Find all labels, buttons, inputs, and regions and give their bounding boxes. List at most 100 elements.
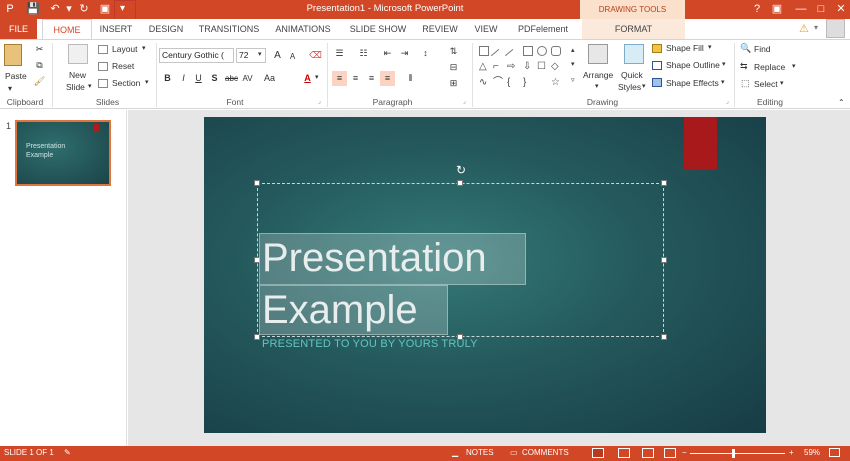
paste-dropdown-icon[interactable]: ▾	[8, 84, 12, 93]
user-avatar[interactable]	[826, 19, 845, 38]
zoom-slider[interactable]	[690, 453, 785, 454]
resize-handle-top-right[interactable]	[661, 180, 667, 186]
shape-effects-dropdown-icon[interactable]: ▾	[721, 78, 725, 86]
tab-format[interactable]: FORMAT	[582, 19, 685, 39]
zoom-level[interactable]: 59%	[804, 448, 820, 457]
decrease-font-size-icon[interactable]: A	[285, 49, 300, 64]
spelling-check-icon[interactable]: ✎	[64, 448, 71, 457]
paste-button[interactable]	[4, 44, 26, 70]
shape-fill-button[interactable]: Shape Fill	[666, 43, 704, 53]
font-name-dropdown[interactable]: Century Gothic (	[159, 48, 234, 63]
oval-shape-icon[interactable]	[537, 46, 547, 56]
arrange-icon[interactable]	[588, 44, 608, 64]
align-text-icon[interactable]: ⊟	[446, 60, 461, 75]
align-right-icon[interactable]: ≡	[364, 71, 379, 86]
brace-left-shape-icon[interactable]: {	[507, 78, 517, 88]
arrange-button[interactable]: Arrange	[583, 70, 613, 80]
curve-shape-icon[interactable]: ∿	[479, 78, 489, 88]
new-slide-label-2[interactable]: Slide	[66, 82, 85, 92]
gallery-scroll-down-icon[interactable]: ▾	[571, 60, 575, 68]
rectangle-shape-icon[interactable]	[523, 46, 533, 56]
replace-dropdown-icon[interactable]: ▾	[792, 62, 796, 70]
bullets-icon[interactable]: ☰	[332, 46, 347, 61]
gallery-scroll-up-icon[interactable]: ▴	[571, 46, 575, 54]
change-case-icon[interactable]: Aa	[262, 71, 277, 86]
strikethrough-icon[interactable]: abc	[224, 71, 239, 86]
find-button[interactable]: Find	[754, 44, 771, 54]
align-left-icon[interactable]: ≡	[332, 71, 347, 86]
zoom-out-icon[interactable]: −	[682, 448, 687, 457]
collapse-ribbon-icon[interactable]: ⌃	[838, 98, 845, 107]
tab-animations[interactable]: ANIMATIONS	[270, 19, 336, 39]
font-color-icon[interactable]: A	[300, 71, 315, 86]
resize-handle-bottom-right[interactable]	[661, 334, 667, 340]
rounded-rectangle-shape-icon[interactable]	[551, 46, 561, 56]
gallery-more-icon[interactable]: ▿	[571, 76, 575, 84]
section-dropdown-icon[interactable]: ▾	[145, 78, 149, 86]
brace-right-shape-icon[interactable]: }	[523, 78, 533, 88]
select-dropdown-icon[interactable]: ▾	[780, 79, 784, 87]
shape-effects-button[interactable]: Shape Effects	[666, 78, 719, 88]
zoom-in-icon[interactable]: +	[789, 448, 794, 457]
start-from-beginning-icon[interactable]: ▣	[98, 2, 112, 16]
triangle-shape-icon[interactable]: △	[479, 62, 489, 72]
ribbon-display-options-button[interactable]: ▣	[768, 2, 786, 16]
slide-title-line2[interactable]: Example	[259, 285, 448, 335]
minimize-button[interactable]: —	[792, 2, 810, 16]
tab-design[interactable]: DESIGN	[144, 19, 188, 39]
quick-styles-label[interactable]: Quick	[621, 70, 643, 80]
cut-icon[interactable]: ✂	[32, 42, 47, 57]
reset-button[interactable]: Reset	[112, 61, 134, 71]
font-size-dropdown-icon[interactable]: ▾	[258, 50, 262, 58]
help-button[interactable]: ?	[748, 2, 766, 16]
quick-styles-label-2[interactable]: Styles	[618, 82, 641, 92]
character-spacing-icon[interactable]: AV	[240, 71, 255, 86]
numbering-icon[interactable]: ☷	[356, 46, 371, 61]
warning-icon[interactable]: ⚠	[799, 22, 809, 35]
arrange-dropdown-icon[interactable]: ▾	[595, 82, 599, 90]
justify-icon[interactable]: ≡	[380, 71, 395, 86]
paste-label[interactable]: Paste	[5, 71, 27, 81]
line-spacing-icon[interactable]: ↕	[418, 46, 433, 61]
text-direction-icon[interactable]: ⇅	[446, 44, 461, 59]
shape-outline-dropdown-icon[interactable]: ▾	[722, 60, 726, 68]
rotate-handle-icon[interactable]: ↻	[455, 164, 467, 176]
normal-view-icon[interactable]	[592, 448, 604, 458]
resize-handle-top-left[interactable]	[254, 180, 260, 186]
tab-file[interactable]: FILE	[0, 19, 37, 39]
drawing-dialog-launcher-icon[interactable]: ⌟	[726, 98, 729, 105]
align-center-icon[interactable]: ≡	[348, 71, 363, 86]
fit-slide-to-window-icon[interactable]	[829, 448, 840, 457]
font-color-dropdown-icon[interactable]: ▾	[315, 73, 319, 81]
font-dialog-launcher-icon[interactable]: ⌟	[318, 98, 321, 105]
increase-indent-icon[interactable]: ⇥	[397, 46, 412, 61]
slide-subtitle[interactable]: PRESENTED TO YOU BY YOURS TRULY	[262, 338, 478, 350]
resize-handle-top[interactable]	[457, 180, 463, 186]
paragraph-dialog-launcher-icon[interactable]: ⌟	[463, 98, 466, 105]
replace-button[interactable]: Replace	[754, 62, 785, 72]
tab-review[interactable]: REVIEW	[418, 19, 462, 39]
slide-show-view-icon[interactable]	[664, 448, 676, 458]
slide-title-line1[interactable]: Presentation	[259, 233, 526, 285]
text-shadow-icon[interactable]: S	[207, 71, 222, 86]
layout-dropdown-icon[interactable]: ▾	[142, 44, 146, 52]
quick-styles-icon[interactable]	[624, 44, 644, 64]
close-button[interactable]: ✕	[832, 2, 850, 16]
corner-shape-icon[interactable]: ⌐	[493, 62, 503, 72]
undo-icon[interactable]: ↶	[48, 2, 62, 16]
select-button[interactable]: Select	[754, 79, 778, 89]
undo-dropdown-icon[interactable]: ▾	[62, 2, 76, 16]
bold-icon[interactable]: B	[160, 71, 175, 86]
slide-thumbnail[interactable]: Presentation Example	[15, 120, 111, 186]
tab-pdfelement[interactable]: PDFelement	[510, 19, 576, 39]
arrow-down-shape-icon[interactable]: ⇩	[523, 62, 533, 72]
section-button[interactable]: Section	[112, 78, 140, 88]
textbox-shape-icon[interactable]	[479, 46, 489, 56]
tab-slide-show[interactable]: SLIDE SHOW	[345, 19, 411, 39]
callout-shape-icon[interactable]: ☐	[537, 62, 547, 72]
increase-font-size-icon[interactable]: A	[270, 48, 285, 63]
clear-formatting-icon[interactable]: ⌫	[308, 48, 323, 63]
shape-outline-button[interactable]: Shape Outline	[666, 60, 720, 70]
zoom-slider-thumb[interactable]	[732, 449, 735, 458]
comments-button[interactable]: COMMENTS	[522, 448, 569, 457]
